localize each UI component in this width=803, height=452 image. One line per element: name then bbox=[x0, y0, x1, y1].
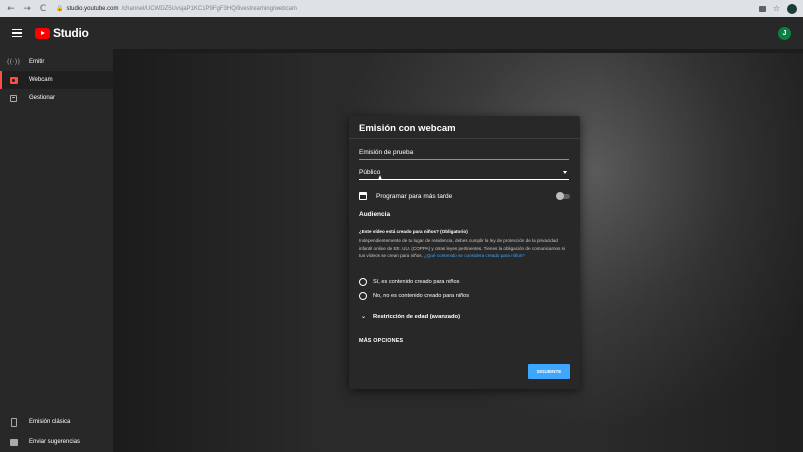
dropdown-arrow-icon bbox=[563, 171, 567, 174]
radio-button[interactable] bbox=[359, 277, 367, 286]
url-host: studio.youtube.com bbox=[66, 5, 119, 12]
radio-label: No, no es contenido creado para niños bbox=[373, 292, 470, 299]
studio-logo[interactable]: Studio bbox=[35, 26, 89, 40]
youtube-logo-icon bbox=[35, 27, 50, 39]
browser-toolbar: ← → C 🔒 studio.youtube.com/channel/UCWDZ… bbox=[0, 0, 803, 17]
sidebar-item-label: Gestionar bbox=[29, 95, 56, 101]
forward-button[interactable]: → bbox=[22, 4, 32, 14]
manage-icon bbox=[9, 94, 18, 102]
studio-header: Studio J bbox=[0, 17, 803, 49]
stream-title-input[interactable]: Emisión de prueba bbox=[359, 149, 569, 160]
avatar[interactable]: J bbox=[778, 26, 791, 40]
radio-label: Sí, es contenido creado para niños bbox=[373, 278, 460, 285]
sidebar-item-gestionar[interactable]: Gestionar bbox=[0, 89, 113, 107]
bookmark-star-icon[interactable]: ☆ bbox=[773, 4, 780, 13]
sidebar-item-label: Emisión clásica bbox=[29, 419, 71, 425]
sidebar-item-emitir[interactable]: ((·)) Emitir bbox=[0, 53, 113, 71]
lock-icon: 🔒 bbox=[56, 6, 64, 12]
sidebar-item-label: Emitir bbox=[29, 59, 45, 65]
browser-profile-icon[interactable] bbox=[787, 3, 797, 14]
audience-heading: Audiencia bbox=[359, 211, 391, 218]
radio-not-made-for-kids[interactable]: No, no es contenido creado para niños bbox=[359, 291, 469, 300]
age-restriction-expander[interactable]: ⌄ Restricción de edad (avanzado) bbox=[361, 313, 460, 320]
dialog-title: Emisión con webcam bbox=[359, 123, 456, 134]
url-path: /channel/UCWDZ5UvsjaP1KC1P9FgF3HQ/livest… bbox=[121, 5, 297, 12]
schedule-label: Programar para más tarde bbox=[376, 192, 453, 200]
visibility-select[interactable]: Público bbox=[359, 169, 569, 180]
toggle-knob bbox=[556, 191, 564, 200]
webcam-icon bbox=[9, 76, 18, 84]
radio-made-for-kids[interactable]: Sí, es contenido creado para niños bbox=[359, 277, 459, 286]
menu-icon[interactable] bbox=[12, 28, 22, 38]
feedback-icon bbox=[9, 438, 18, 446]
kids-question: ¿Este vídeo está creado para niños? (Obl… bbox=[359, 229, 468, 234]
webcam-stream-dialog: Emisión con webcam Emisión de prueba Púb… bbox=[349, 116, 580, 389]
kids-content-link[interactable]: ¿Qué contenido se considera creado para … bbox=[424, 253, 525, 258]
sidebar-item-webcam[interactable]: Webcam bbox=[0, 71, 113, 89]
back-button[interactable]: ← bbox=[6, 4, 16, 14]
sidebar-item-label: Webcam bbox=[29, 77, 53, 83]
next-button[interactable]: SIGUIENTE bbox=[528, 364, 570, 379]
schedule-row: Programar para más tarde bbox=[359, 191, 570, 201]
chevron-down-icon: ⌄ bbox=[361, 313, 367, 320]
schedule-toggle[interactable] bbox=[556, 191, 570, 200]
broadcast-icon: ((·)) bbox=[6, 58, 21, 66]
age-restriction-label: Restricción de edad (avanzado) bbox=[373, 313, 461, 320]
divider bbox=[349, 138, 580, 139]
extension-icon[interactable] bbox=[758, 5, 766, 12]
address-bar[interactable]: 🔒 studio.youtube.com/channel/UCWDZ5Uvsja… bbox=[56, 5, 297, 13]
classic-stream-icon bbox=[9, 417, 18, 427]
sidebar-item-label: Enviar sugerencias bbox=[29, 439, 81, 445]
reload-button[interactable]: C bbox=[38, 4, 48, 14]
calendar-icon bbox=[359, 192, 367, 200]
more-options-button[interactable]: MÁS OPCIONES bbox=[359, 338, 403, 344]
radio-button[interactable] bbox=[359, 291, 367, 300]
sidebar-item-feedback[interactable]: Enviar sugerencias bbox=[0, 432, 113, 452]
mouse-cursor-icon bbox=[378, 175, 382, 180]
sidebar: ((·)) Emitir Webcam Gestionar Emisión cl… bbox=[0, 49, 113, 452]
browser-actions: ☆ bbox=[758, 3, 797, 14]
sidebar-bottom: Emisión clásica Enviar sugerencias bbox=[0, 412, 113, 452]
sidebar-item-classic[interactable]: Emisión clásica bbox=[0, 412, 113, 432]
logo-text: Studio bbox=[53, 26, 89, 40]
kids-description: Independientemente de tu lugar de reside… bbox=[359, 238, 565, 259]
